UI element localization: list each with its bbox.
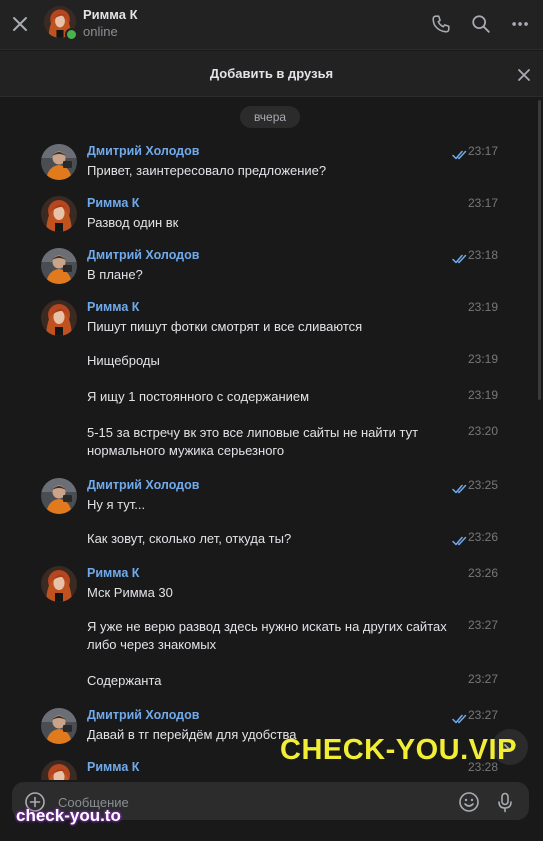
message-text: Я уже не верю развод здесь нужно искать … [87,619,447,652]
message-text: Ну я тут... [87,497,146,512]
emoji-icon[interactable] [458,791,480,813]
chat-header: Римма К online [0,0,543,50]
message-author[interactable]: Дмитрий Холодов [87,248,199,262]
message-time: 23:18 [467,248,498,262]
message-text: Пишут пишут фотки смотрят и все сливаютс… [87,319,363,334]
message-text: Привет, заинтересовало предложение? [87,163,327,178]
close-icon[interactable] [9,13,31,35]
contact-status: online [83,24,118,39]
message-history[interactable]: вчера Дмитрий Холодов Привет, заинтересов… [0,98,543,780]
message-author[interactable]: Дмитрий Холодов [87,478,199,492]
microphone-icon[interactable] [494,791,516,813]
message-author[interactable]: Дмитрий Холодов [87,708,199,722]
message-text: Как зовут, сколько лет, откуда ты? [87,531,292,546]
read-receipt-icon [452,711,468,724]
message-text: 5-15 за встречу вк это все липовые сайты… [87,425,419,458]
message-time: 23:26 [467,566,498,580]
message-time: 23:25 [467,478,498,492]
read-receipt-icon [452,251,468,264]
message-time: 23:27 [467,618,498,632]
read-receipt-icon [452,533,468,546]
avatar[interactable] [41,478,77,514]
avatar[interactable] [41,300,77,336]
date-separator: вчера [240,106,300,128]
message-text: Содержанта [87,673,162,688]
phone-icon[interactable] [430,13,452,35]
message-time: 23:27 [467,672,498,686]
online-indicator [65,28,78,41]
message-text: В плане? [87,267,143,282]
scrollbar[interactable] [538,100,541,400]
contact-name[interactable]: Римма К [83,7,138,22]
message-time: 23:20 [467,424,498,438]
close-icon[interactable] [516,67,532,83]
message-time: 23:26 [467,530,498,544]
message-text: Нищеброды [87,353,160,368]
message-time: 23:17 [467,196,498,210]
avatar[interactable] [41,248,77,284]
message-time: 23:27 [467,708,498,722]
avatar[interactable] [41,144,77,180]
watermark-corner: check-you.to [16,806,121,825]
avatar[interactable] [41,760,77,780]
more-icon[interactable] [510,13,532,35]
message-time: 23:19 [467,352,498,366]
add-friend-bar: Добавить в друзья [0,51,543,97]
avatar[interactable] [41,708,77,744]
avatar[interactable] [41,196,77,232]
add-friend-button[interactable]: Добавить в друзья [0,66,543,81]
message-time: 23:19 [467,300,498,314]
message-author[interactable]: Римма К [87,196,139,210]
message-text: Я ищу 1 постоянного с содержанием [87,389,310,404]
message-author[interactable]: Римма К [87,760,139,774]
avatar[interactable] [41,566,77,602]
search-icon[interactable] [470,13,492,35]
message-author[interactable]: Дмитрий Холодов [87,144,199,158]
read-receipt-icon [452,481,468,494]
read-receipt-icon [452,147,468,160]
message-author[interactable]: Римма К [87,566,139,580]
message-text: Мск Римма 30 [87,585,173,600]
message-text: Развод один вк [87,215,179,230]
message-time: 23:19 [467,388,498,402]
message-time: 23:17 [467,144,498,158]
message-author[interactable]: Римма К [87,300,139,314]
watermark-main: CHECK-YOU.VIP [280,734,517,766]
